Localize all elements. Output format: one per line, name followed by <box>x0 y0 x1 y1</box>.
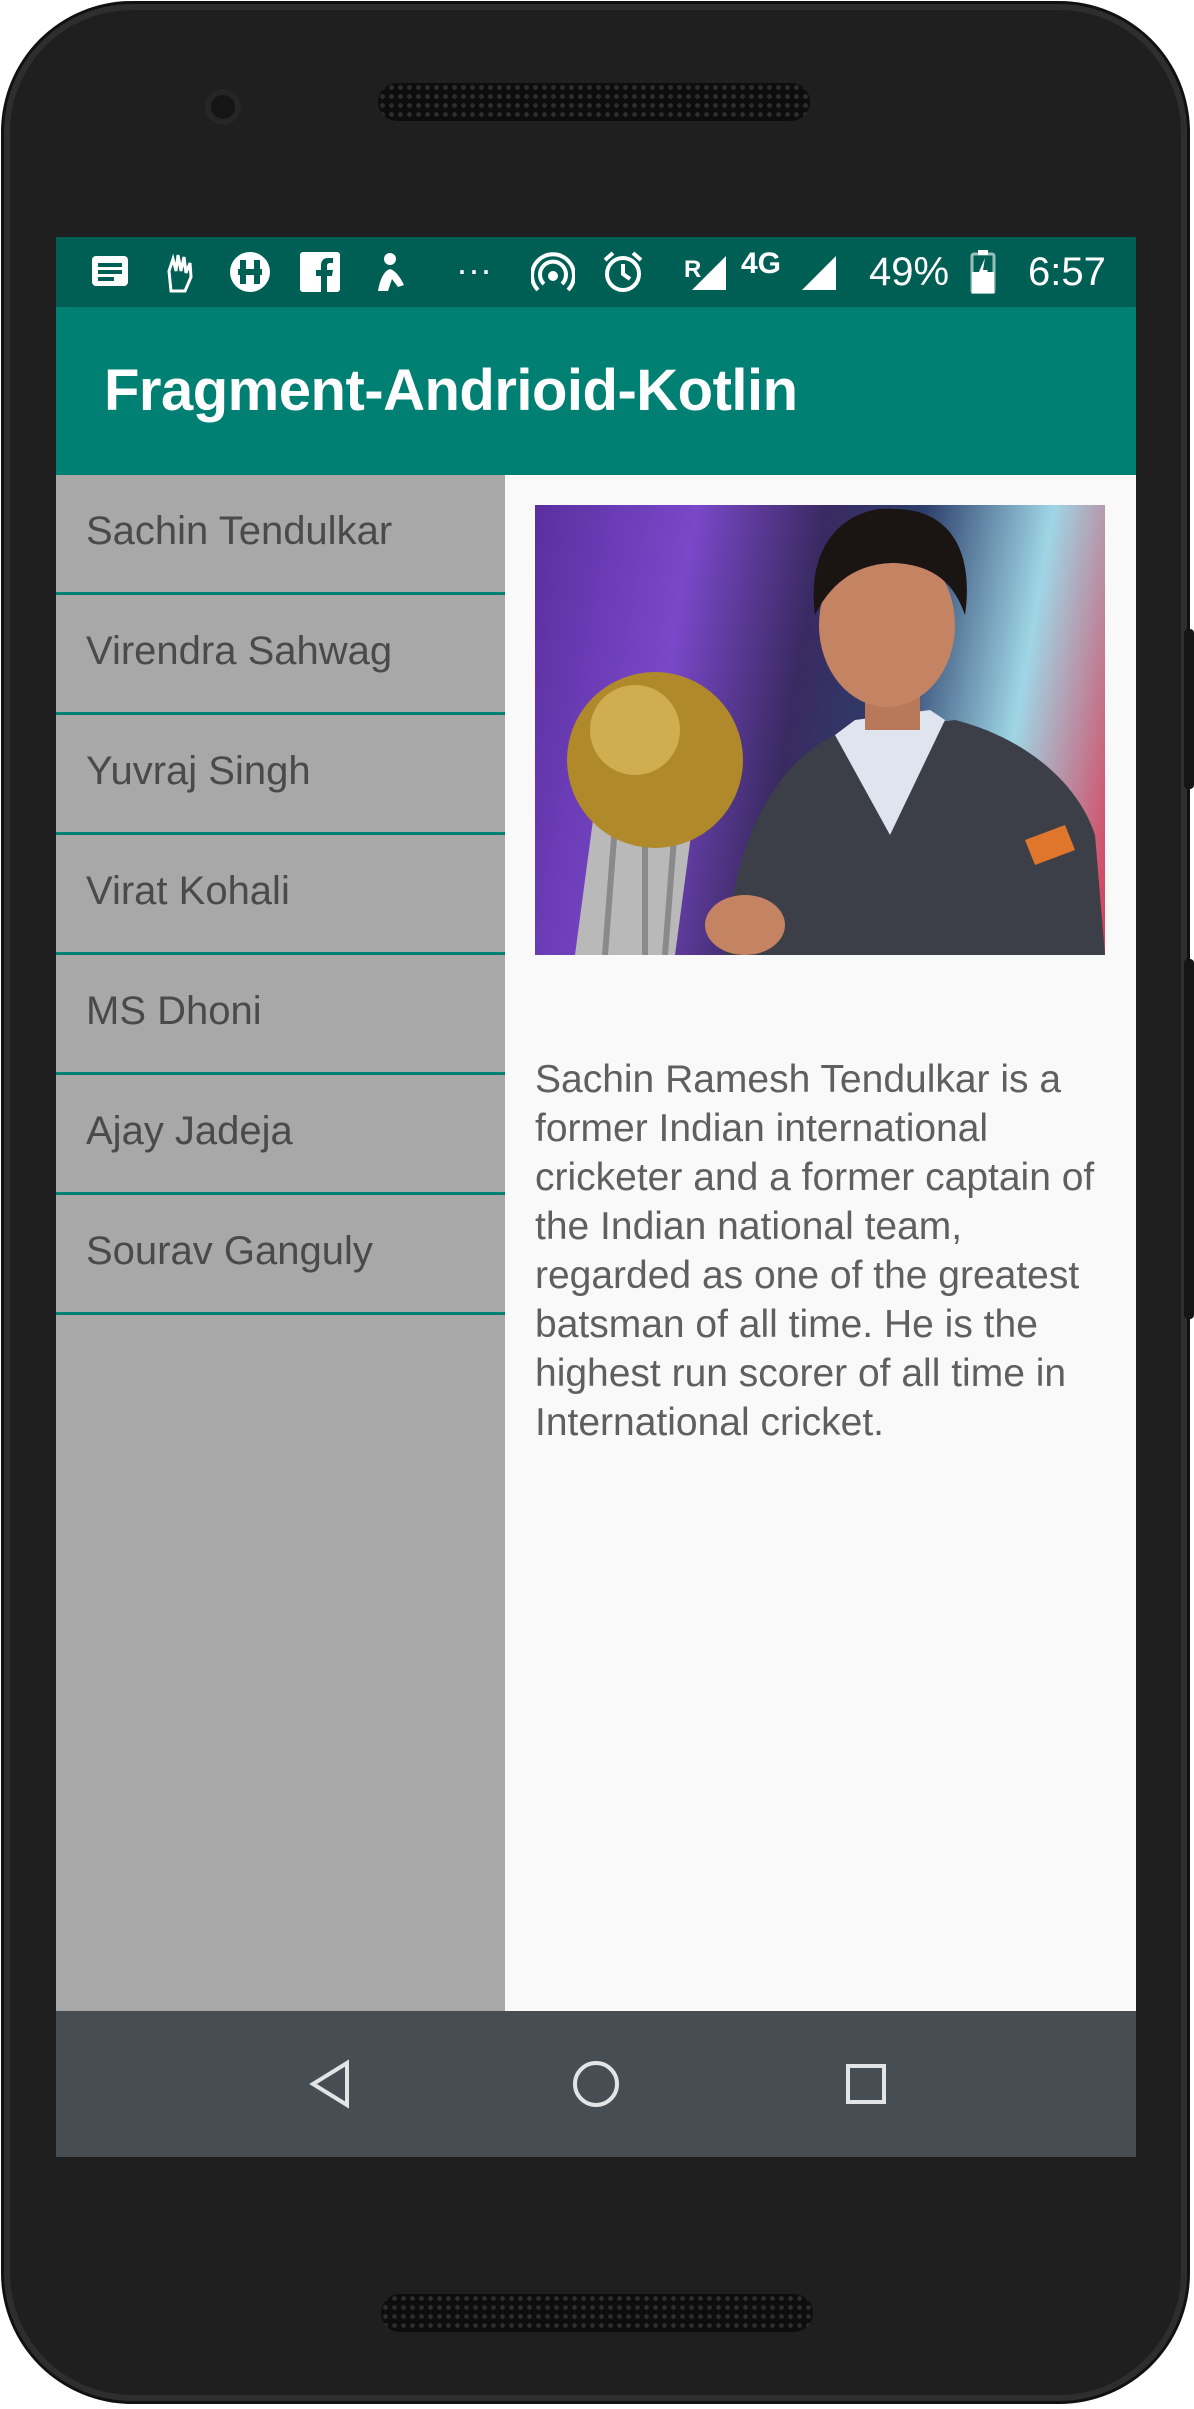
hand-icon <box>158 250 202 294</box>
more-notifications-icon: ··· <box>456 249 492 290</box>
home-icon[interactable] <box>561 2049 631 2119</box>
player-name: Sachin Tendulkar <box>86 509 393 553</box>
player-photo <box>535 505 1105 955</box>
player-name: Sourav Ganguly <box>86 1229 373 1273</box>
power-button <box>1184 959 1194 1319</box>
list-item[interactable]: Sourav Ganguly <box>56 1195 505 1315</box>
notes-icon <box>88 250 132 294</box>
hotstar-icon <box>228 250 272 294</box>
back-icon[interactable] <box>296 2049 366 2119</box>
clock: 6:57 <box>1028 250 1106 294</box>
list-item[interactable]: Yuvraj Singh <box>56 715 505 835</box>
player-list: Sachin Tendulkar Virendra Sahwag Yuvraj … <box>56 475 505 2011</box>
hotspot-icon <box>531 250 575 294</box>
list-item[interactable]: Sachin Tendulkar <box>56 475 505 595</box>
player-description: Sachin Ramesh Tendulkar is a former Indi… <box>535 1058 1095 1444</box>
player-name: Ajay Jadeja <box>86 1109 293 1153</box>
phone-frame: ··· R 4G 49% 6:57 Fragment-Andrioid-Kotl… <box>4 4 1194 2401</box>
player-name: Yuvraj Singh <box>86 749 311 793</box>
detail-pane: Sachin Ramesh Tendulkar is a former Indi… <box>505 475 1136 2011</box>
app-bar: Fragment-Andrioid-Kotlin <box>56 307 1136 475</box>
player-name: Virat Kohali <box>86 869 290 913</box>
bottom-speaker <box>381 2294 813 2332</box>
list-item[interactable]: MS Dhoni <box>56 955 505 1075</box>
list-item[interactable]: Ajay Jadeja <box>56 1075 505 1195</box>
player-name: MS Dhoni <box>86 989 262 1033</box>
top-speaker <box>378 83 810 121</box>
battery-icon <box>961 250 1005 294</box>
signal-roaming-icon <box>686 250 730 294</box>
cricket-icon <box>368 250 412 294</box>
list-item[interactable]: Virat Kohali <box>56 835 505 955</box>
list-item[interactable]: Virendra Sahwag <box>56 595 505 715</box>
network-type-label: 4G <box>741 247 782 280</box>
app-title: Fragment-Andrioid-Kotlin <box>104 358 798 423</box>
status-bar: ··· R 4G 49% 6:57 <box>56 237 1136 307</box>
recents-icon[interactable] <box>831 2049 901 2119</box>
facebook-icon <box>298 250 342 294</box>
signal-icon <box>796 250 840 294</box>
volume-button <box>1184 629 1194 789</box>
player-name: Virendra Sahwag <box>86 629 393 673</box>
navigation-bar <box>56 2011 1136 2157</box>
front-camera <box>205 89 241 125</box>
screen: ··· R 4G 49% 6:57 Fragment-Andrioid-Kotl… <box>56 237 1136 2157</box>
alarm-icon <box>601 250 645 294</box>
battery-percent: 49% <box>869 250 950 294</box>
